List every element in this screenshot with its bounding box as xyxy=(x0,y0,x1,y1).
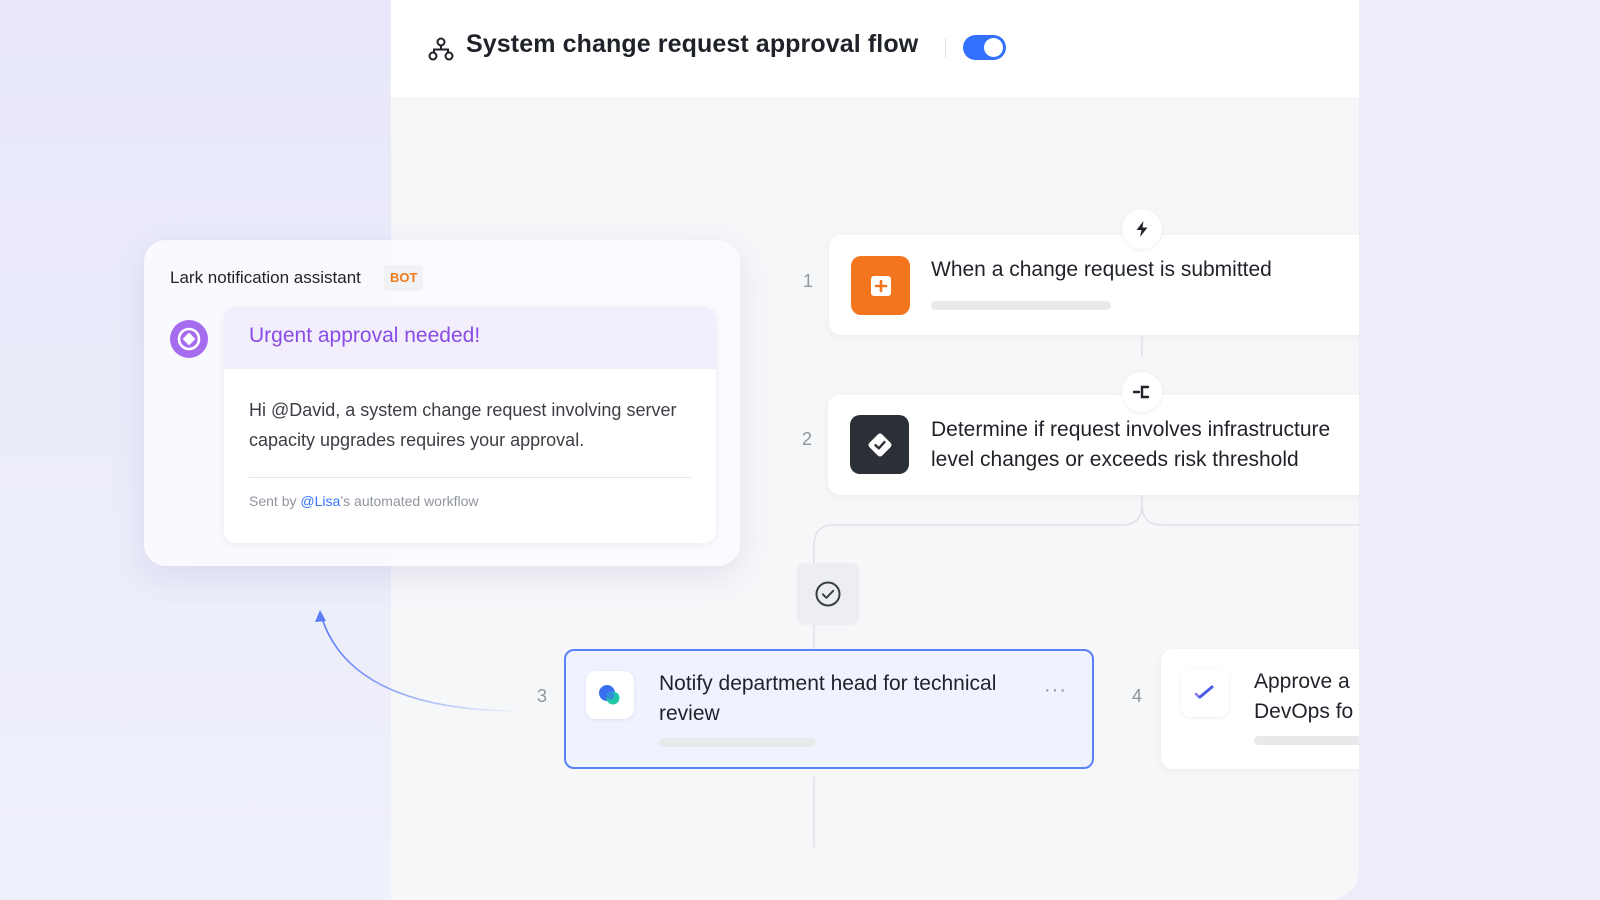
step-trigger-card[interactable]: When a change request is submitted xyxy=(829,235,1359,335)
step-placeholder-bar xyxy=(659,738,816,747)
background-right xyxy=(1358,0,1600,900)
message-body: Hi @David, a system change request invol… xyxy=(249,400,677,450)
notification-card: Lark notification assistant BOT Urgent a… xyxy=(144,240,740,566)
step-condition-card[interactable]: Determine if request involves infrastruc… xyxy=(828,395,1359,495)
toggle-knob xyxy=(984,38,1003,57)
step-title-line2: review xyxy=(659,702,720,725)
step-number: 1 xyxy=(803,271,814,291)
step-title-line1: Approve a xyxy=(1254,670,1350,693)
workflow-icon xyxy=(428,37,454,61)
step-number: 3 xyxy=(537,686,548,706)
step-approve-card[interactable]: Approve a DevOps fo xyxy=(1161,649,1359,769)
message-divider xyxy=(249,477,691,478)
header-divider xyxy=(945,38,946,58)
workflow-header: System change request approval flow xyxy=(391,0,1359,97)
more-options-button[interactable]: ··· xyxy=(1044,679,1067,702)
diamond-check-icon xyxy=(850,415,909,474)
check-circle-icon xyxy=(815,581,841,607)
step-title-line1: Notify department head for technical xyxy=(659,672,997,695)
plus-square-icon xyxy=(851,256,910,315)
condition-check-button[interactable] xyxy=(797,563,859,625)
bot-badge: BOT xyxy=(384,265,424,291)
step-title-line2: DevOps fo xyxy=(1254,700,1354,723)
step-number: 2 xyxy=(802,429,813,449)
flow-enabled-toggle[interactable] xyxy=(963,35,1006,60)
message-footer: Sent by @Lisa’s automated workflow xyxy=(249,493,479,509)
page-title: System change request approval flow xyxy=(466,30,919,58)
step-title: When a change request is submitted xyxy=(931,258,1272,281)
double-check-icon xyxy=(1181,669,1229,717)
bot-logo-icon xyxy=(177,327,201,351)
step-notify-card[interactable]: Notify department head for technical rev… xyxy=(564,649,1094,769)
mention-link[interactable]: @Lisa xyxy=(300,493,340,509)
branch-icon xyxy=(1122,372,1162,412)
step-title-line2: level changes or exceeds risk threshold xyxy=(931,448,1299,471)
step-title-line1: Determine if request involves infrastruc… xyxy=(931,418,1331,441)
message-header: Urgent approval needed! xyxy=(224,307,716,369)
message-title: Urgent approval needed! xyxy=(249,324,481,347)
bot-avatar xyxy=(170,320,208,358)
footer-prefix: Sent by xyxy=(249,493,301,509)
chat-bubbles-icon xyxy=(586,671,634,719)
step-placeholder-bar xyxy=(1254,736,1359,745)
lightning-icon xyxy=(1122,209,1162,249)
assistant-name: Lark notification assistant xyxy=(170,268,361,287)
step-number: 4 xyxy=(1132,686,1143,706)
step-placeholder-bar xyxy=(931,301,1111,310)
message-card[interactable]: Urgent approval needed! Hi @David, a sys… xyxy=(224,307,716,543)
footer-suffix: ’s automated workflow xyxy=(340,493,479,509)
